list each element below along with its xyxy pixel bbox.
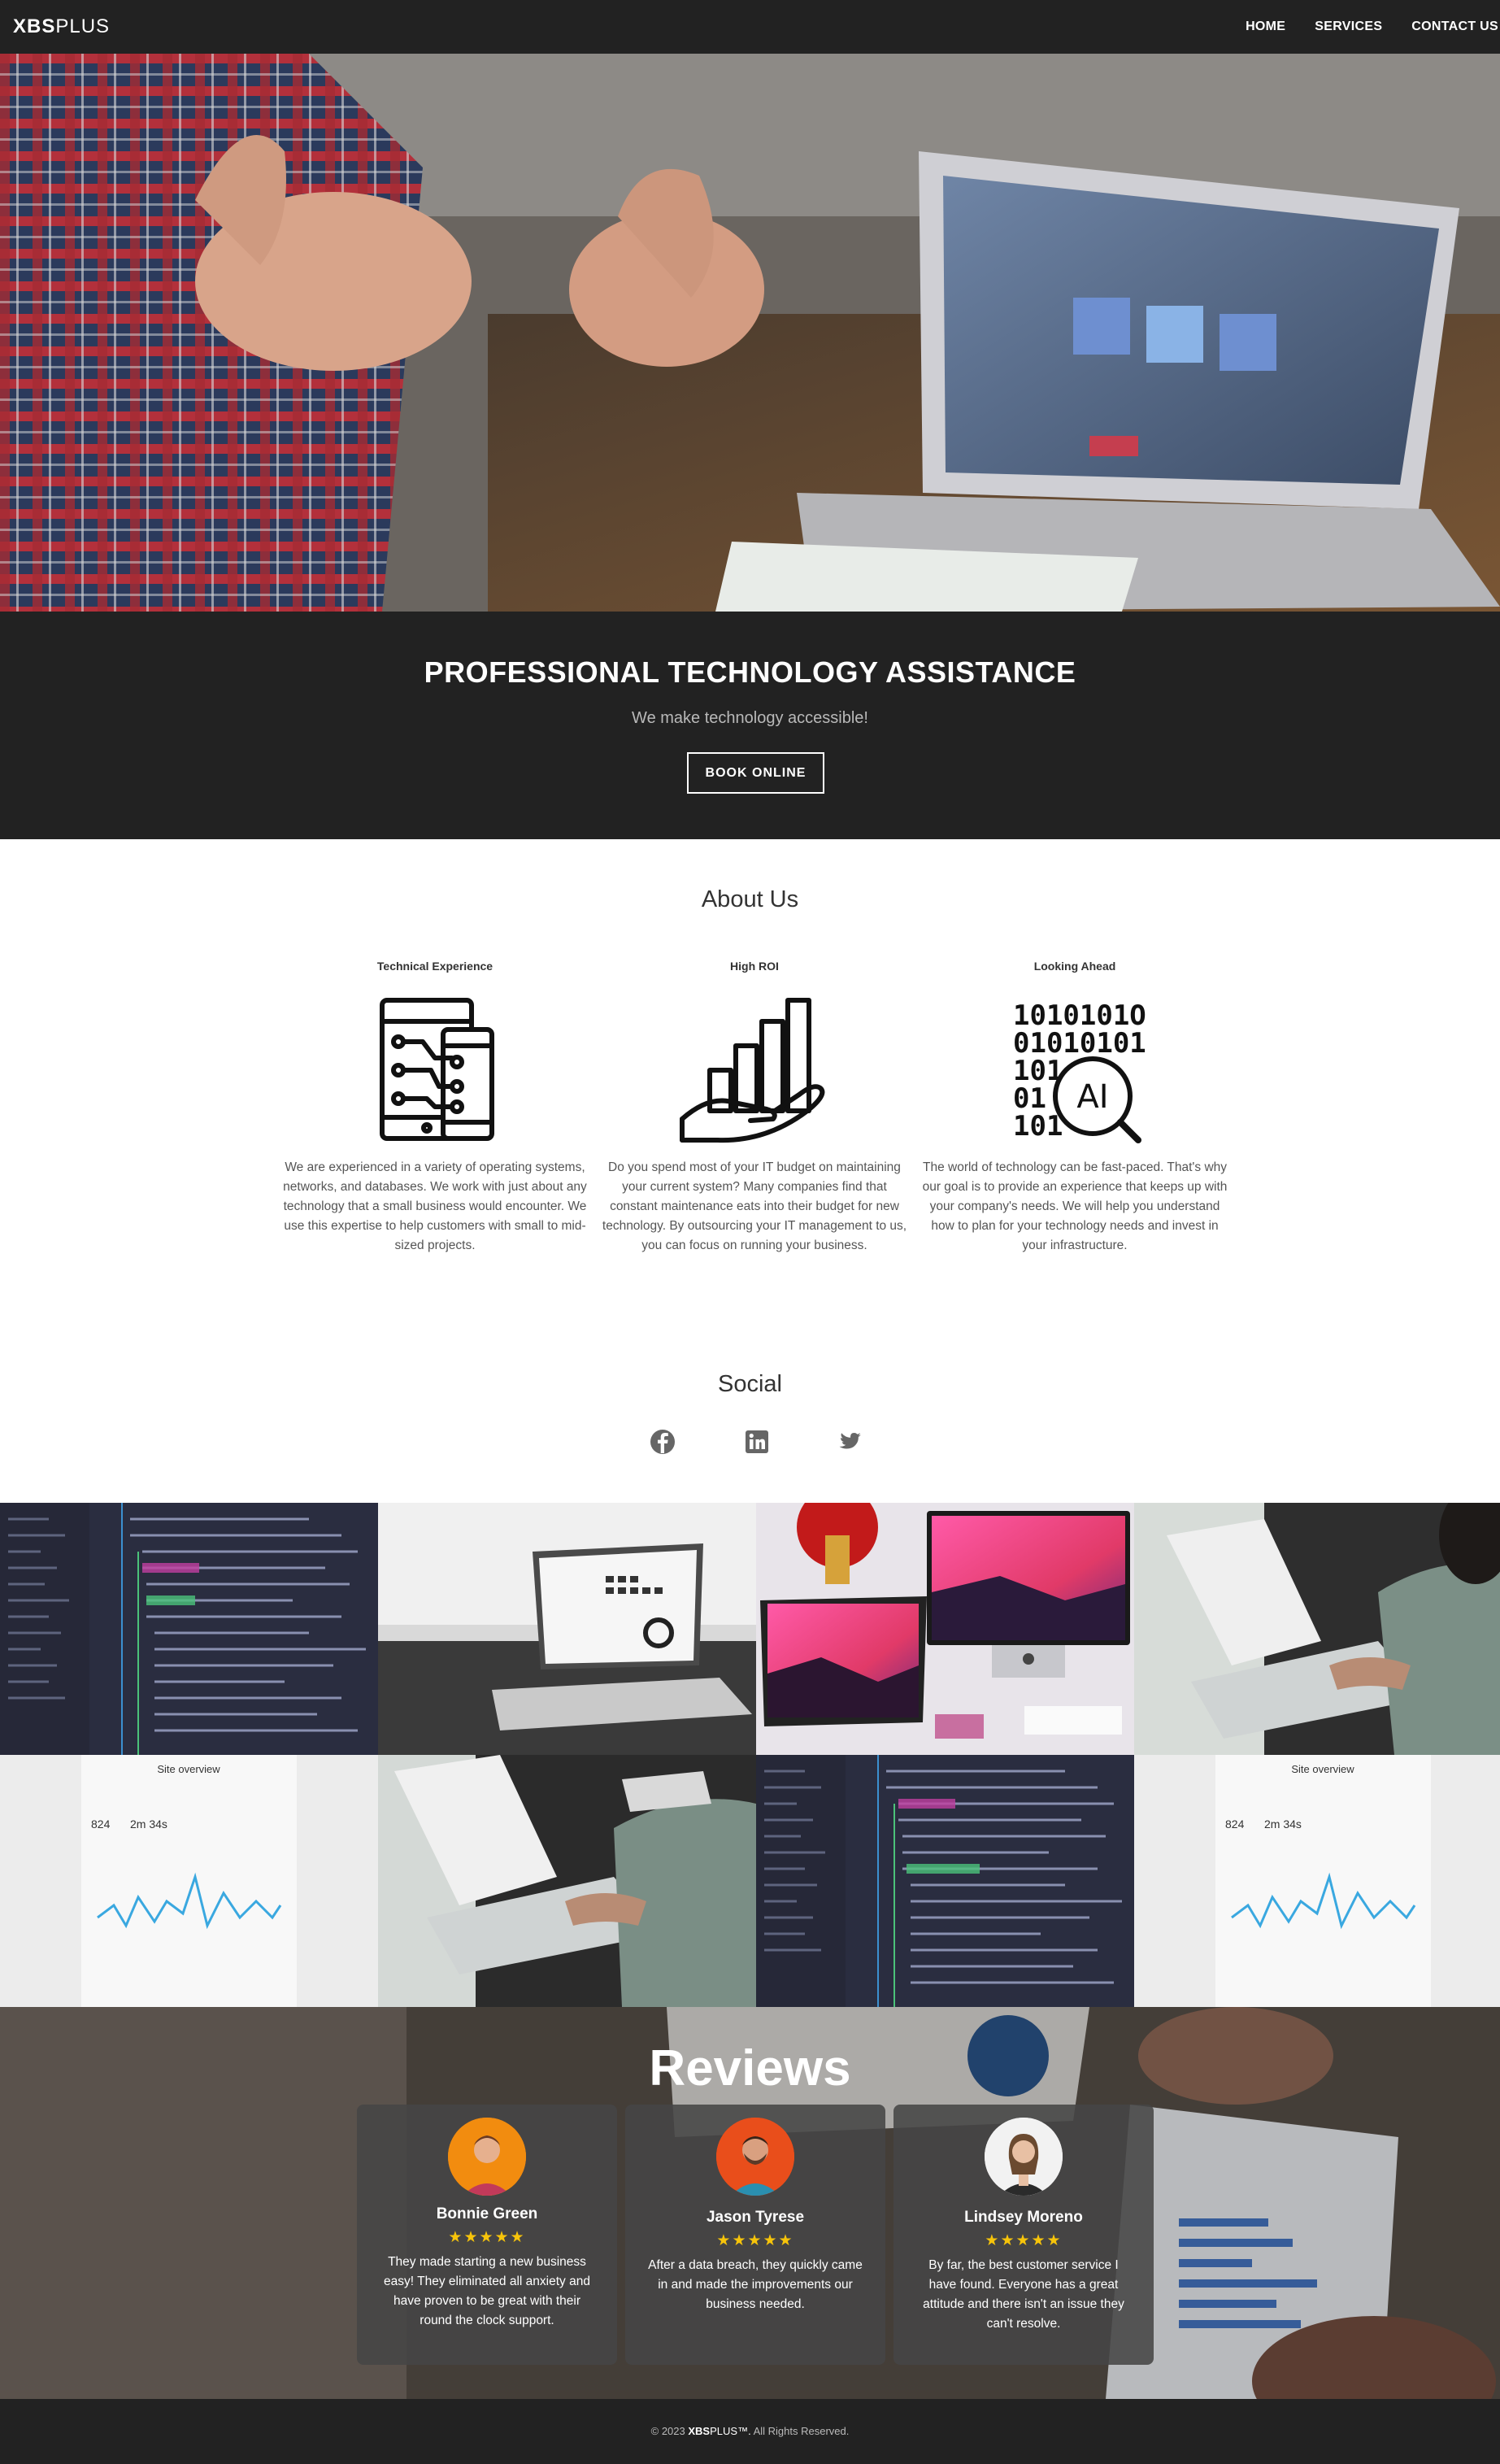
footer-brand-light: PLUS™.: [710, 2425, 751, 2437]
review-text: They made starting a new business easy! …: [384, 2255, 590, 2327]
hero-title: PROFESSIONAL TECHNOLOGY ASSISTANCE: [424, 655, 1076, 689]
star-rating: ★★★★★: [448, 2229, 526, 2246]
reviewer-name: Lindsey Moreno: [964, 2209, 1083, 2226]
image-gallery: Site overview 824 2m 34s Site overview 8…: [0, 1503, 1500, 2007]
ai-label: AI: [1076, 1078, 1108, 1116]
nav-home-link[interactable]: HOME: [1246, 20, 1285, 34]
hero-image: [0, 54, 1500, 612]
review-card: Lindsey Moreno ★★★★★ By far, the best cu…: [893, 2105, 1154, 2365]
review-card: Bonnie Green ★★★★★ They made starting a …: [357, 2105, 617, 2365]
about-col-text: Do you spend most of your IT budget on m…: [602, 1160, 907, 1252]
stat-duration: 2m 34s: [130, 1818, 167, 1831]
about-col-roi: High ROI Do you spend most of your IT bu…: [600, 960, 909, 1256]
rights-text: All Rights Reserved.: [753, 2425, 850, 2437]
review-text: By far, the best customer service I have…: [923, 2258, 1124, 2331]
avatar: [448, 2118, 526, 2196]
about-col-text: The world of technology can be fast-pace…: [922, 1160, 1228, 1252]
logo-light-text: PLUS: [55, 15, 111, 37]
gallery-analytics-image[interactable]: Site overview 824 2m 34s: [1134, 1755, 1500, 2007]
gallery-code-image[interactable]: [756, 1755, 1134, 2007]
about-col-heading: High ROI: [730, 960, 779, 973]
about-col-ahead: Looking Ahead 1010101O 01010101 101 01 1…: [920, 960, 1229, 1256]
logo-bold-text: XBS: [13, 15, 56, 37]
site-footer: © 2023 XBSPLUS™. All Rights Reserved.: [0, 2399, 1500, 2464]
nav-services-link[interactable]: SERVICES: [1315, 20, 1382, 34]
nav-contact-link[interactable]: CONTACT US: [1411, 20, 1498, 34]
site-overview-title: Site overview: [1291, 1763, 1354, 1775]
hero-banner: PROFESSIONAL TECHNOLOGY ASSISTANCE We ma…: [0, 612, 1500, 839]
review-text: After a data breach, they quickly came i…: [648, 2258, 863, 2311]
gallery-analytics-image[interactable]: Site overview 824 2m 34s: [0, 1755, 378, 2007]
avatar: [985, 2118, 1063, 2196]
reviewer-name: Jason Tyrese: [706, 2209, 805, 2226]
binary-ai-icon: 1010101O 01010101 101 01 101 AI: [1013, 999, 1146, 1143]
stat-duration: 2m 34s: [1264, 1818, 1302, 1831]
twitter-icon[interactable]: [836, 1428, 863, 1456]
circuit-device-icon: [380, 998, 494, 1141]
reviews-title: Reviews: [649, 2040, 851, 2096]
footer-brand-bold: XBS: [688, 2425, 711, 2437]
reviewer-name: Bonnie Green: [436, 2205, 538, 2222]
social-title: Social: [718, 1371, 782, 1397]
hero-subtitle: We make technology accessible!: [632, 709, 868, 727]
gallery-imac-image[interactable]: [756, 1503, 1134, 1755]
about-col-text: We are experienced in a variety of opera…: [283, 1160, 587, 1252]
copyright-year: © 2023: [650, 2425, 685, 2437]
gallery-typing-image[interactable]: [378, 1755, 756, 2007]
star-rating: ★★★★★: [985, 2232, 1063, 2249]
avatar: [716, 2118, 794, 2196]
linkedin-icon[interactable]: [743, 1428, 771, 1456]
gallery-code-image[interactable]: [0, 1503, 378, 1755]
gallery-typing-image[interactable]: [1134, 1503, 1500, 1755]
stat-visitors: 824: [1225, 1818, 1245, 1831]
site-overview-title: Site overview: [157, 1763, 220, 1775]
site-logo[interactable]: XBSPLUS: [13, 15, 110, 38]
binary-line: 101: [1013, 1110, 1063, 1143]
stat-visitors: 824: [91, 1818, 111, 1831]
about-title: About Us: [701, 886, 799, 912]
nav-links: HOME SERVICES CONTACT US: [1246, 0, 1500, 54]
about-col-heading: Technical Experience: [376, 960, 493, 973]
gallery-laptop-image[interactable]: [378, 1503, 756, 1755]
star-rating: ★★★★★: [716, 2232, 794, 2249]
social-icons: [0, 1428, 1500, 1457]
top-navbar: XBSPLUS HOME SERVICES CONTACT US: [0, 0, 1500, 54]
facebook-icon[interactable]: [649, 1428, 676, 1456]
hand-growth-chart-icon: [680, 998, 825, 1143]
reviews-section: Reviews Bonnie Green ★★★★★ They made sta…: [0, 2007, 1500, 2399]
about-col-technical: Technical Experience We are experienced …: [280, 960, 589, 1256]
book-online-button[interactable]: BOOK ONLINE: [687, 752, 824, 794]
about-col-heading: Looking Ahead: [1033, 960, 1116, 973]
review-card: Jason Tyrese ★★★★★ After a data breach, …: [625, 2105, 885, 2365]
